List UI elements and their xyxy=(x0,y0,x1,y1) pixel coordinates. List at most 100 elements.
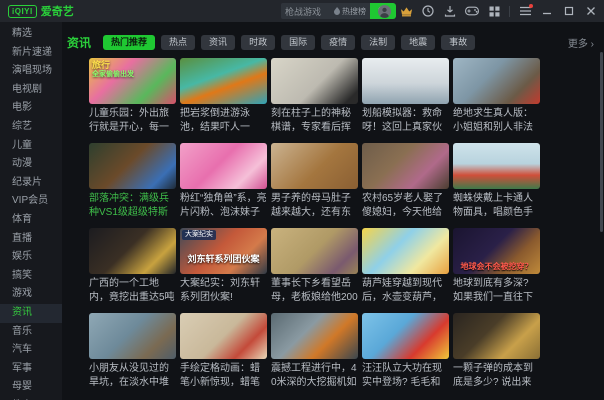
video-thumbnail[interactable] xyxy=(362,313,449,359)
video-thumbnail[interactable] xyxy=(89,143,176,189)
video-card-grid: 旅行全家偷偷出发儿童乐园：外出旅行就是开心，每一个人都可以..把岩浆倒进游泳池，… xyxy=(89,58,540,389)
tab-疫情[interactable]: 疫情 xyxy=(321,34,356,50)
video-card[interactable]: 董事长下乡看望岳母，老板娘给他200元路费.. xyxy=(271,228,358,304)
video-card[interactable]: 粉红“独角兽”系，亮片闪粉、泡沫妹子等混搭，.. xyxy=(180,143,267,219)
sidebar-item-纪录片[interactable]: 纪录片 xyxy=(0,174,62,193)
video-card[interactable]: 小朋友从没见过的旱坑，在淡水中堆出一样的.. xyxy=(89,313,176,389)
tab-资讯[interactable]: 资讯 xyxy=(201,34,236,50)
video-card[interactable]: 一颗子弹的成本到底是多少? 说出来你可能不信.. xyxy=(453,313,540,389)
sidebar-item-资讯[interactable]: 资讯 xyxy=(0,303,62,323)
sidebar-item-娱乐[interactable]: 娱乐 xyxy=(0,248,62,267)
sidebar-item-军事[interactable]: 军事 xyxy=(0,360,62,379)
tab-热门推荐[interactable]: 热门推荐 xyxy=(103,34,156,50)
sidebar-item-演唱现场[interactable]: 演唱现场 xyxy=(0,62,62,81)
video-thumbnail[interactable] xyxy=(271,143,358,189)
video-thumbnail[interactable]: 旅行 全家偷偷出发 xyxy=(89,58,176,104)
sidebar-item-母婴[interactable]: 母婴 xyxy=(0,378,62,397)
avatar[interactable] xyxy=(377,4,391,18)
video-thumbnail[interactable] xyxy=(271,58,358,104)
video-card[interactable]: 蜘蛛侠戴上卡通人物面具，唱颜色手指家族儿.. xyxy=(453,143,540,219)
maximize-button[interactable] xyxy=(562,4,576,18)
menu-icon[interactable] xyxy=(518,4,533,18)
sidebar-item-直播[interactable]: 直播 xyxy=(0,230,62,249)
video-card[interactable]: 震撼工程进行中，40米深的大挖掘机如何下去.. xyxy=(271,313,358,389)
sidebar-item-汽车[interactable]: 汽车 xyxy=(0,341,62,360)
video-card[interactable]: 男子养的母马肚子越来越大，还有东西在动，.. xyxy=(271,143,358,219)
sidebar-item-音乐[interactable]: 音乐 xyxy=(0,323,62,342)
sidebar-item-体育[interactable]: 体育 xyxy=(0,211,62,230)
video-thumbnail[interactable] xyxy=(453,313,540,359)
close-button[interactable] xyxy=(584,4,598,18)
sidebar-nav: 精选 新片速递 演唱现场 电视剧 电影 综艺 儿童 动漫 纪录片 VIP会员 体育 直播 娱乐 搞笑 游戏资… xyxy=(0,22,62,400)
video-thumbnail[interactable] xyxy=(362,143,449,189)
video-thumbnail[interactable] xyxy=(271,228,358,274)
sidebar-item-新片速递[interactable]: 新片速递 xyxy=(0,44,62,63)
download-icon[interactable] xyxy=(443,4,457,18)
vip-crown-icon[interactable] xyxy=(399,4,413,18)
tab-事故[interactable]: 事故 xyxy=(441,34,476,50)
notification-dot xyxy=(529,4,533,8)
video-thumbnail[interactable] xyxy=(180,58,267,104)
thumbnail-overlay-text: 地球会不会被挖穿？ xyxy=(460,262,533,271)
video-card[interactable]: 葫芦娃穿越到现代后，水壶变葫芦，儿歌金曲.. xyxy=(362,228,449,304)
video-card[interactable]: 汪汪队立大功在现实中登场? 毛毛和阿奇在.. xyxy=(362,313,449,389)
video-card[interactable]: 把岩浆倒进游泳池，结果吓人一跳，视觉效果太.. xyxy=(180,58,267,134)
video-thumbnail[interactable] xyxy=(453,143,540,189)
tab-国际[interactable]: 国际 xyxy=(281,34,316,50)
app-logo[interactable]: iQIYI 爱奇艺 xyxy=(8,3,74,19)
tab-时政[interactable]: 时政 xyxy=(241,34,276,50)
video-thumbnail[interactable] xyxy=(271,313,358,359)
category-tab-row: 热门推荐 热点 资讯 时政 国际 疫情 法制 地震 事故 xyxy=(103,34,568,50)
sidebar-item-精选[interactable]: 精选 xyxy=(0,25,62,44)
video-card[interactable]: 刻在柱子上的神秘棋谱，专家看后挥笔写下几大.. xyxy=(271,58,358,134)
video-card[interactable]: 绝地求生真人版：小姐姐和别人非法组队，结果.. xyxy=(453,58,540,134)
video-title: 手绘定格动画：蜡笔小新惊现，蜡笔小新道具面.. xyxy=(180,363,260,388)
tab-地震[interactable]: 地震 xyxy=(401,34,436,50)
vertical-scrollbar[interactable] xyxy=(600,52,603,232)
sidebar-item-儿童[interactable]: 儿童 xyxy=(0,137,62,156)
video-title: 地球到底有多深? 如果我们一直往下挖，地球会.. xyxy=(453,278,533,303)
hot-search-link[interactable]: 热搜榜 xyxy=(334,6,366,17)
video-card[interactable]: 地球会不会被挖穿？ 地球到底有多深? 如果我们一直往下挖，地球会.. xyxy=(453,228,540,304)
video-card[interactable]: 大案纪实 刘东轩系列团伙案大案纪实：刘东轩系列团伙案! xyxy=(180,228,267,304)
thumbnail-overlay-text: 刘东轩系列团伙案 xyxy=(187,253,260,264)
video-card[interactable]: 广西的一个工地内，竟挖出重达5吨的蟒蛇，隐.. xyxy=(89,228,176,304)
sidebar-item-搞笑[interactable]: 搞笑 xyxy=(0,267,62,286)
video-thumbnail[interactable] xyxy=(89,228,176,274)
video-title: 大案纪实：刘东轩系列团伙案! xyxy=(180,278,260,303)
video-card[interactable]: 手绘定格动画：蜡笔小新惊现，蜡笔小新道具面.. xyxy=(180,313,267,389)
video-thumbnail[interactable] xyxy=(453,58,540,104)
video-title: 划船模拟器：救命呀！这回上真家伙了！ xyxy=(362,108,442,133)
video-thumbnail[interactable] xyxy=(180,143,267,189)
video-thumbnail[interactable]: 地球会不会被挖穿？ xyxy=(453,228,540,274)
sidebar-item-VIP会员[interactable]: VIP会员 xyxy=(0,192,62,211)
minimize-button[interactable] xyxy=(540,4,554,18)
sidebar-item-电影[interactable]: 电影 xyxy=(0,99,62,118)
video-card[interactable]: 部落冲突：满级兵种VS1级超级特斯拉电磁塔，.. xyxy=(89,143,176,219)
video-thumbnail[interactable] xyxy=(89,313,176,359)
sidebar-item-综艺[interactable]: 综艺 xyxy=(0,118,62,137)
video-title: 葫芦娃穿越到现代后，水壶变葫芦，儿歌金曲.. xyxy=(362,278,442,303)
video-card[interactable]: 旅行全家偷偷出发儿童乐园：外出旅行就是开心，每一个人都可以.. xyxy=(89,58,176,134)
search-input[interactable]: 枪战游戏 热搜榜 xyxy=(281,3,370,19)
tab-热点[interactable]: 热点 xyxy=(161,34,196,50)
sidebar-item-动漫[interactable]: 动漫 xyxy=(0,155,62,174)
video-thumbnail[interactable]: 大案纪实 刘东轩系列团伙案 xyxy=(180,228,267,274)
video-title: 震撼工程进行中，40米深的大挖掘机如何下去.. xyxy=(271,363,357,388)
search-query-text: 枪战游戏 xyxy=(285,6,322,17)
more-link[interactable]: 更多 › xyxy=(568,35,594,50)
sidebar-item-电视剧[interactable]: 电视剧 xyxy=(0,81,62,100)
hot-search-label: 热搜榜 xyxy=(342,6,366,16)
apps-grid-icon[interactable] xyxy=(487,4,501,18)
history-clock-icon[interactable] xyxy=(421,4,435,18)
game-controller-icon[interactable] xyxy=(465,4,479,18)
hot-flame-icon xyxy=(334,7,340,15)
tab-法制[interactable]: 法制 xyxy=(361,34,396,50)
sidebar-item-游戏[interactable]: 游戏 xyxy=(0,285,62,304)
title-bar: iQIYI 爱奇艺 枪战游戏 热搜榜 xyxy=(0,0,604,22)
video-thumbnail[interactable] xyxy=(180,313,267,359)
video-thumbnail[interactable] xyxy=(362,58,449,104)
video-card[interactable]: 划船模拟器：救命呀！这回上真家伙了！ xyxy=(362,58,449,134)
video-card[interactable]: 农村65岁老人娶了傻媳妇，今天他给傻媳妇做.. xyxy=(362,143,449,219)
video-thumbnail[interactable] xyxy=(362,228,449,274)
